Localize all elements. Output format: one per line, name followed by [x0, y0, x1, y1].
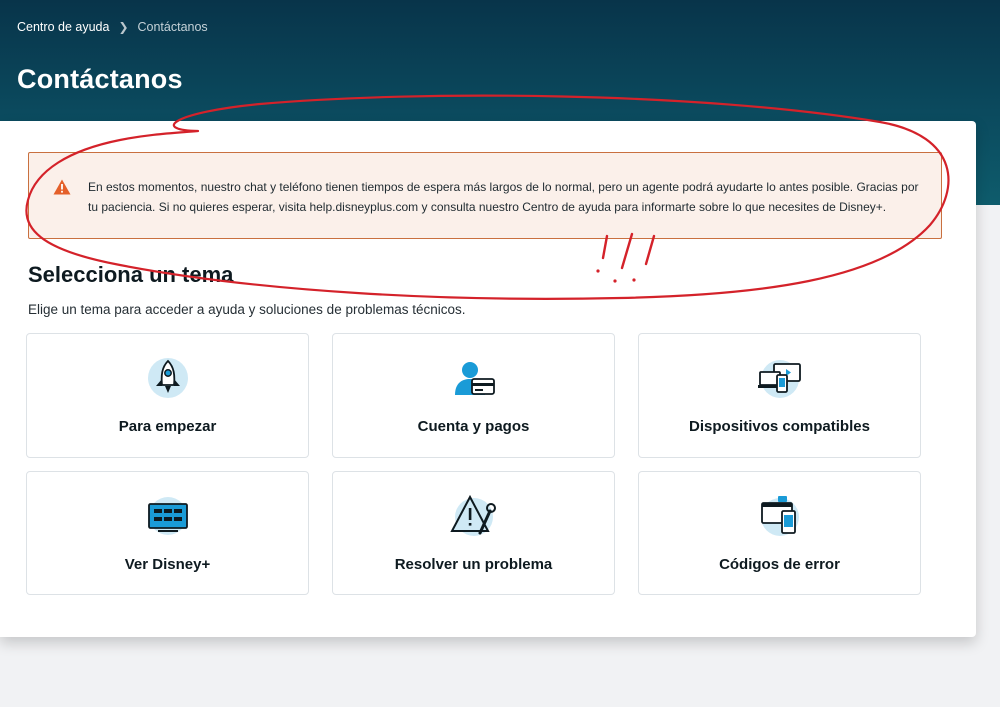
troubleshoot-icon — [449, 494, 496, 536]
topic-error-codes[interactable]: Códigos de error — [638, 471, 921, 595]
account-payment-icon — [454, 362, 495, 395]
topic-label: Ver Disney+ — [124, 556, 211, 573]
page-title: Contáctanos — [17, 64, 183, 94]
topic-troubleshoot[interactable]: Resolver un problema — [332, 471, 615, 595]
devices-icon — [757, 360, 801, 398]
topic-account-payments[interactable]: Cuenta y pagos — [332, 333, 615, 458]
error-codes-icon — [760, 496, 799, 536]
breadcrumb-home-link[interactable]: Centro de ayuda — [17, 20, 109, 34]
tv-grid-icon — [147, 497, 188, 535]
rocket-icon — [147, 358, 188, 398]
breadcrumb: Centro de ayuda ❯ Contáctanos — [17, 20, 208, 34]
section-subtitle: Elige un tema para acceder a ayuda y sol… — [28, 302, 466, 317]
topic-watch-disney[interactable]: Ver Disney+ — [26, 471, 309, 595]
chevron-right-icon: ❯ — [118, 20, 129, 34]
main-card: En estos momentos, nuestro chat y teléfo… — [0, 121, 976, 637]
alert-message: En estos momentos, nuestro chat y teléfo… — [88, 180, 919, 214]
topic-label: Para empezar — [118, 418, 217, 435]
warning-icon — [53, 179, 71, 195]
topic-label: Cuenta y pagos — [417, 418, 530, 435]
breadcrumb-current: Contáctanos — [137, 20, 208, 34]
topic-label: Códigos de error — [719, 556, 840, 573]
topic-compatible-devices[interactable]: Dispositivos compatibles — [638, 333, 921, 458]
wait-time-alert: En estos momentos, nuestro chat y teléfo… — [28, 152, 942, 239]
topic-getting-started[interactable]: Para empezar — [26, 333, 309, 458]
topic-label: Resolver un problema — [394, 556, 553, 573]
section-title: Selecciona un tema — [28, 262, 234, 287]
topic-label: Dispositivos compatibles — [689, 418, 870, 435]
